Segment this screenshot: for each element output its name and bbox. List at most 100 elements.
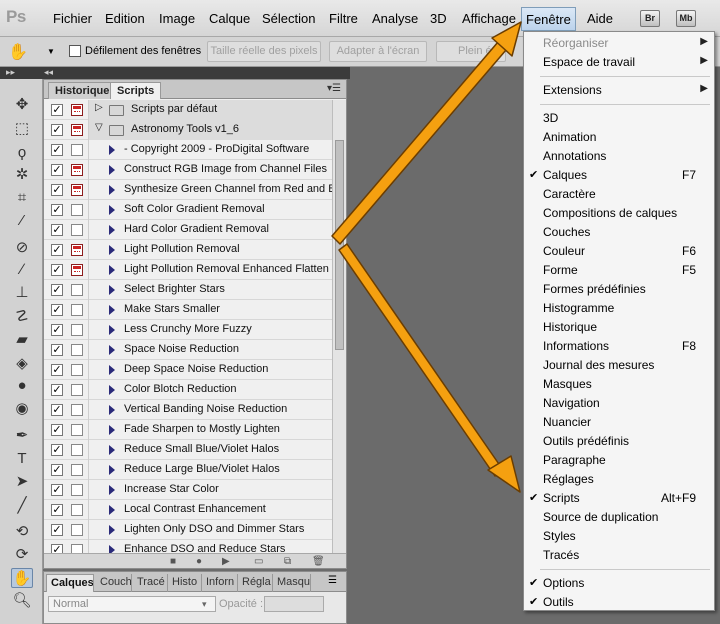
menu-item-scripts[interactable]: ✔ Scripts Alt+F9 xyxy=(524,489,714,508)
marquee-tool-icon[interactable]: ⬚ xyxy=(11,119,33,139)
healing-brush-tool-icon[interactable]: ⊘ xyxy=(11,238,33,258)
enable-checkbox[interactable]: ✓ xyxy=(51,404,63,416)
expand-action-icon[interactable] xyxy=(109,465,115,475)
eyedropper-tool-icon[interactable]: ⁄ xyxy=(11,211,33,231)
enable-checkbox[interactable]: ✓ xyxy=(51,164,63,176)
quick-selection-tool-icon[interactable]: ✲ xyxy=(11,165,33,185)
scroll-all-windows-checkbox[interactable] xyxy=(69,45,81,57)
action-row[interactable]: ✓ Reduce Small Blue/Violet Halos xyxy=(44,440,332,460)
menu-item-traces[interactable]: Tracés xyxy=(524,546,714,565)
menu-item-extensions[interactable]: Extensions ▶ xyxy=(524,81,714,100)
dialog-toggle-icon[interactable] xyxy=(71,304,83,316)
tab-calques[interactable]: Calques xyxy=(46,574,94,592)
menu-item-outils-predefinis[interactable]: Outils prédéfinis xyxy=(524,432,714,451)
expand-action-icon[interactable] xyxy=(109,285,115,295)
clone-stamp-tool-icon[interactable]: ⊥ xyxy=(11,283,33,303)
menu-item-reorganiser[interactable]: Réorganiser ▶ xyxy=(524,34,714,53)
action-row[interactable]: ✓ Space Noise Reduction xyxy=(44,340,332,360)
crop-tool-icon[interactable]: ⌗ xyxy=(11,188,33,208)
action-row[interactable]: ✓ Hard Color Gradient Removal xyxy=(44,220,332,240)
menu-item-calques[interactable]: ✔ Calques F7 xyxy=(524,166,714,185)
dialog-toggle-icon[interactable] xyxy=(71,104,83,116)
dialog-toggle-icon[interactable] xyxy=(71,244,83,256)
dialog-toggle-icon[interactable] xyxy=(71,204,83,216)
enable-checkbox[interactable]: ✓ xyxy=(51,284,63,296)
expand-action-icon[interactable] xyxy=(109,185,115,195)
menu-item-informations[interactable]: Informations F8 xyxy=(524,337,714,356)
menu-analyse[interactable]: Analyse xyxy=(372,11,418,26)
menu-filtre[interactable]: Filtre xyxy=(329,11,358,26)
menu-calque[interactable]: Calque xyxy=(209,11,250,26)
action-row[interactable]: ✓ Fade Sharpen to Mostly Lighten xyxy=(44,420,332,440)
hand-tool-icon[interactable]: ✋ xyxy=(11,568,33,588)
action-row[interactable]: ✓ Light Pollution Removal Enhanced Flatte… xyxy=(44,260,332,280)
menu-fichier[interactable]: Fichier xyxy=(53,11,92,26)
expand-icon[interactable]: ▸▸ xyxy=(6,67,15,78)
menu-edition[interactable]: Edition xyxy=(105,11,145,26)
expand-action-icon[interactable] xyxy=(109,165,115,175)
expand-action-icon[interactable] xyxy=(109,325,115,335)
expand-action-icon[interactable] xyxy=(109,445,115,455)
expand-action-icon[interactable] xyxy=(109,145,115,155)
expand-action-icon[interactable] xyxy=(109,405,115,415)
zoom-tool-icon[interactable]: 🔍︎ xyxy=(11,591,33,611)
menu-item-couches[interactable]: Couches xyxy=(524,223,714,242)
enable-checkbox[interactable]: ✓ xyxy=(51,464,63,476)
eraser-tool-icon[interactable]: ▰ xyxy=(11,330,33,350)
dialog-toggle-icon[interactable] xyxy=(71,124,83,136)
menu-item-compositions-de-calques[interactable]: Compositions de calques xyxy=(524,204,714,223)
tab-masques[interactable]: Masqu xyxy=(273,574,311,592)
enable-checkbox[interactable]: ✓ xyxy=(51,204,63,216)
expand-action-icon[interactable] xyxy=(109,385,115,395)
dialog-toggle-icon[interactable] xyxy=(71,324,83,336)
enable-checkbox[interactable]: ✓ xyxy=(51,344,63,356)
dialog-toggle-icon[interactable] xyxy=(71,424,83,436)
scripts-scrollbar[interactable] xyxy=(332,100,346,553)
expand-action-icon[interactable] xyxy=(109,525,115,535)
expand-action-icon[interactable] xyxy=(109,365,115,375)
dialog-toggle-icon[interactable] xyxy=(71,144,83,156)
enable-checkbox[interactable]: ✓ xyxy=(51,524,63,536)
layers-panel-menu-icon[interactable]: ☰ xyxy=(328,575,337,586)
enable-checkbox[interactable]: ✓ xyxy=(51,144,63,156)
panel-menu-icon[interactable]: ▾☰ xyxy=(327,83,341,94)
menu-item-navigation[interactable]: Navigation xyxy=(524,394,714,413)
action-row[interactable]: ✓ Deep Space Noise Reduction xyxy=(44,360,332,380)
tab-traces[interactable]: Tracé xyxy=(133,574,168,592)
path-selection-tool-icon[interactable]: ➤ xyxy=(11,472,33,492)
enable-checkbox[interactable]: ✓ xyxy=(51,504,63,516)
mini-bridge-button[interactable]: Mb xyxy=(676,10,696,27)
menu-item-paragraphe[interactable]: Paragraphe xyxy=(524,451,714,470)
dialog-toggle-icon[interactable] xyxy=(71,544,83,553)
menu-item-forme[interactable]: Forme F5 xyxy=(524,261,714,280)
menu-selection[interactable]: Sélection xyxy=(262,11,315,26)
trash-icon[interactable]: 🗑︎ xyxy=(312,556,325,567)
action-row[interactable]: ✓ Enhance DSO and Reduce Stars xyxy=(44,540,332,553)
menu-item-histogramme[interactable]: Histogramme xyxy=(524,299,714,318)
action-row[interactable]: ✓ Lighten Only DSO and Dimmer Stars xyxy=(44,520,332,540)
expand-action-icon[interactable] xyxy=(109,505,115,515)
line-tool-icon[interactable]: ╱ xyxy=(11,496,33,516)
enable-checkbox[interactable]: ✓ xyxy=(51,104,63,116)
expand-action-icon[interactable] xyxy=(109,425,115,435)
action-row[interactable]: ✓ Soft Color Gradient Removal xyxy=(44,200,332,220)
dialog-toggle-icon[interactable] xyxy=(71,364,83,376)
paint-bucket-tool-icon[interactable]: ◈ xyxy=(11,354,33,374)
hand-tool-preset-icon[interactable]: ✋ xyxy=(8,42,28,62)
action-row[interactable]: ✓ Light Pollution Removal xyxy=(44,240,332,260)
fit-screen-button[interactable]: Adapter à l'écran xyxy=(329,41,427,62)
enable-checkbox[interactable]: ✓ xyxy=(51,424,63,436)
tab-historique[interactable]: Historique xyxy=(48,82,117,99)
3d-rotate-tool-icon[interactable]: ⟲ xyxy=(11,522,33,542)
dialog-toggle-icon[interactable] xyxy=(71,344,83,356)
record-icon[interactable]: ● xyxy=(196,556,202,567)
history-brush-tool-icon[interactable]: ☡ xyxy=(11,307,33,327)
action-row[interactable]: ✓ Color Blotch Reduction xyxy=(44,380,332,400)
menu-item-3d[interactable]: 3D xyxy=(524,109,714,128)
menu-item-outils[interactable]: ✔ Outils xyxy=(524,593,714,612)
enable-checkbox[interactable]: ✓ xyxy=(51,244,63,256)
menu-item-masques[interactable]: Masques xyxy=(524,375,714,394)
dialog-toggle-icon[interactable] xyxy=(71,184,83,196)
menu-item-styles[interactable]: Styles xyxy=(524,527,714,546)
tab-historique-short[interactable]: Histo xyxy=(168,574,202,592)
